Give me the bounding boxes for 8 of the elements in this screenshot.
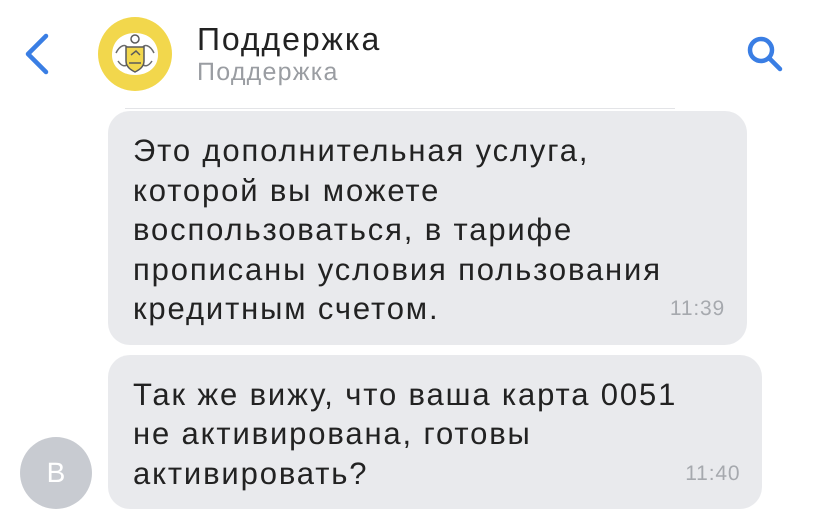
search-icon[interactable] (745, 34, 785, 74)
message-time: 11:40 (685, 460, 740, 486)
shield-emblem-icon (98, 17, 172, 91)
chat-subtitle: Поддержка (197, 57, 340, 87)
chat-title: Поддержка (197, 21, 382, 57)
message-text: Так же вижу, что ваша карта 0051 не активирована, готовы активировать? (133, 376, 678, 492)
message-time: 11:39 (670, 296, 726, 322)
message-text: Это дополнительная услуга, которой вы можете воспользоваться, в тарифе прописаны условия пользования кредитным счетом. (133, 132, 662, 328)
